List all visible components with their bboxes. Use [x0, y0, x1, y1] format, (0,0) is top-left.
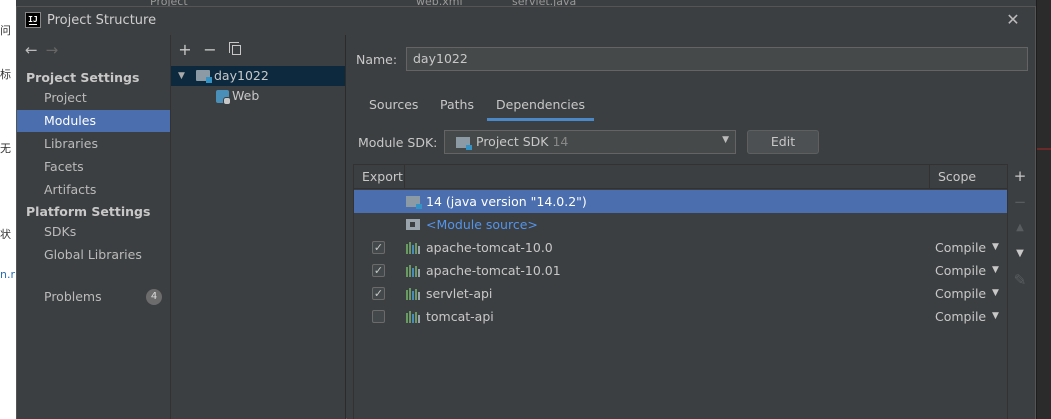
project-structure-dialog: IJ Project Structure ✕ ← → Project Settin…: [16, 6, 1036, 419]
module-source-icon: [406, 219, 420, 230]
problems-label: Problems: [44, 289, 102, 304]
table-row[interactable]: 14 (java version "14.0.2"): [354, 190, 1007, 213]
nav-item-sdks[interactable]: SDKs: [17, 221, 170, 243]
web-facet-name: Web: [232, 88, 260, 103]
dependencies-toolbar: + − ▲ ▼ ✎: [1008, 164, 1032, 419]
tab-paths[interactable]: Paths: [440, 91, 474, 121]
background-window-edge: 问 标 无 状 n.r: [0, 0, 16, 419]
column-export[interactable]: Export: [354, 165, 405, 189]
name-label: Name:: [356, 52, 398, 67]
table-row[interactable]: <Module source>: [354, 213, 1007, 236]
library-icon: [406, 311, 420, 323]
edit-sdk-button[interactable]: Edit: [747, 130, 819, 154]
table-row[interactable]: ✓ servlet-api Compile ▼: [354, 282, 1007, 305]
remove-dependency-button[interactable]: −: [1008, 190, 1032, 214]
nav-item-problems[interactable]: Problems 4: [17, 286, 170, 308]
platform-settings-heading: Platform Settings: [26, 204, 151, 219]
background-text: 状: [0, 228, 11, 241]
dependency-name: apache-tomcat-10.0: [426, 240, 553, 255]
dependency-name: 14 (java version "14.0.2"): [426, 194, 587, 209]
move-up-button[interactable]: ▲: [1008, 216, 1032, 240]
tab-dependencies[interactable]: Dependencies: [487, 91, 594, 121]
edit-dependency-button[interactable]: ✎: [1008, 268, 1032, 292]
project-settings-heading: Project Settings: [26, 70, 140, 85]
nav-item-global-libraries[interactable]: Global Libraries: [17, 244, 170, 266]
table-header: Export Scope: [354, 165, 1007, 189]
intellij-logo-icon: IJ: [25, 12, 41, 28]
tree-item-web-facet[interactable]: Web: [171, 86, 345, 106]
settings-nav: ← → Project Settings Project Modules Libr…: [17, 35, 170, 419]
close-button[interactable]: ✕: [1003, 10, 1023, 30]
scope-select[interactable]: Compile: [935, 236, 986, 259]
add-dependency-button[interactable]: +: [1008, 164, 1032, 188]
module-name-input[interactable]: day1022: [406, 47, 1028, 71]
move-down-button[interactable]: ▼: [1008, 242, 1032, 266]
copy-icon: [229, 42, 241, 55]
export-checkbox[interactable]: ✓: [372, 287, 385, 300]
chevron-down-icon[interactable]: ▼: [992, 259, 999, 282]
background-text: 问: [0, 24, 11, 37]
background-link: n.r: [0, 268, 15, 281]
column-name[interactable]: [405, 165, 930, 189]
module-tree-panel: + − ▼ day1022 Web: [170, 35, 346, 419]
background-text: 标: [0, 68, 11, 81]
scope-select[interactable]: Compile: [935, 305, 986, 328]
scope-select[interactable]: Compile: [935, 282, 986, 305]
library-icon: [406, 242, 420, 254]
jdk-icon: [406, 196, 422, 209]
background-marker: [1037, 148, 1051, 150]
tab-sources[interactable]: Sources: [369, 91, 418, 121]
module-name: day1022: [214, 68, 269, 83]
table-row[interactable]: ✓ apache-tomcat-10.01 Compile ▼: [354, 259, 1007, 282]
background-editor-edge: [1036, 0, 1051, 419]
module-sdk-select[interactable]: Project SDK 14 ▼: [444, 130, 736, 154]
dependency-name: apache-tomcat-10.01: [426, 263, 561, 278]
module-sdk-label: Module SDK:: [358, 135, 438, 150]
column-scope[interactable]: Scope: [930, 165, 1007, 189]
sdk-folder-icon: [456, 137, 472, 150]
dependency-name: <Module source>: [426, 217, 538, 232]
background-text: 无: [0, 142, 11, 155]
nav-item-modules[interactable]: Modules: [17, 110, 170, 132]
nav-item-project[interactable]: Project: [17, 87, 170, 109]
nav-item-libraries[interactable]: Libraries: [17, 133, 170, 155]
sdk-name: Project SDK: [476, 134, 549, 149]
module-settings-panel: Name: day1022 Sources Paths Dependencies…: [347, 35, 1035, 419]
export-checkbox[interactable]: ✓: [372, 264, 385, 277]
nav-item-artifacts[interactable]: Artifacts: [17, 179, 170, 201]
tree-toolbar: + −: [171, 39, 345, 61]
add-module-button[interactable]: +: [175, 39, 195, 61]
chevron-down-icon[interactable]: ▼: [992, 236, 999, 259]
problems-count-badge: 4: [146, 289, 162, 305]
table-row[interactable]: ✓ apache-tomcat-10.0 Compile ▼: [354, 236, 1007, 259]
remove-module-button[interactable]: −: [200, 39, 220, 61]
module-sdk-value: Project SDK 14: [476, 134, 568, 149]
module-folder-icon: [196, 70, 212, 83]
library-icon: [406, 288, 420, 300]
tree-item-module[interactable]: ▼ day1022: [171, 66, 345, 86]
dependency-name: servlet-api: [426, 286, 493, 301]
export-checkbox[interactable]: ✓: [372, 241, 385, 254]
nav-arrows: ← →: [25, 41, 66, 59]
sdk-version: 14: [552, 134, 569, 149]
copy-module-button[interactable]: [227, 39, 247, 61]
export-checkbox[interactable]: [372, 310, 385, 323]
nav-item-facets[interactable]: Facets: [17, 156, 170, 178]
title-bar: IJ Project Structure ✕: [17, 7, 1035, 35]
chevron-down-icon[interactable]: ▼: [178, 66, 185, 86]
table-row[interactable]: tomcat-api Compile ▼: [354, 305, 1007, 328]
scope-select[interactable]: Compile: [935, 259, 986, 282]
forward-arrow-icon[interactable]: →: [46, 41, 59, 59]
chevron-down-icon[interactable]: ▼: [992, 282, 999, 305]
library-icon: [406, 265, 420, 277]
dependencies-table: Export Scope 14 (java version "14.0.2") …: [353, 164, 1008, 419]
dialog-title: Project Structure: [47, 13, 157, 28]
chevron-down-icon: ▼: [722, 135, 729, 145]
dependency-name: tomcat-api: [426, 309, 494, 324]
chevron-down-icon[interactable]: ▼: [992, 305, 999, 328]
web-facet-icon: [216, 90, 231, 105]
back-arrow-icon[interactable]: ←: [25, 41, 38, 59]
